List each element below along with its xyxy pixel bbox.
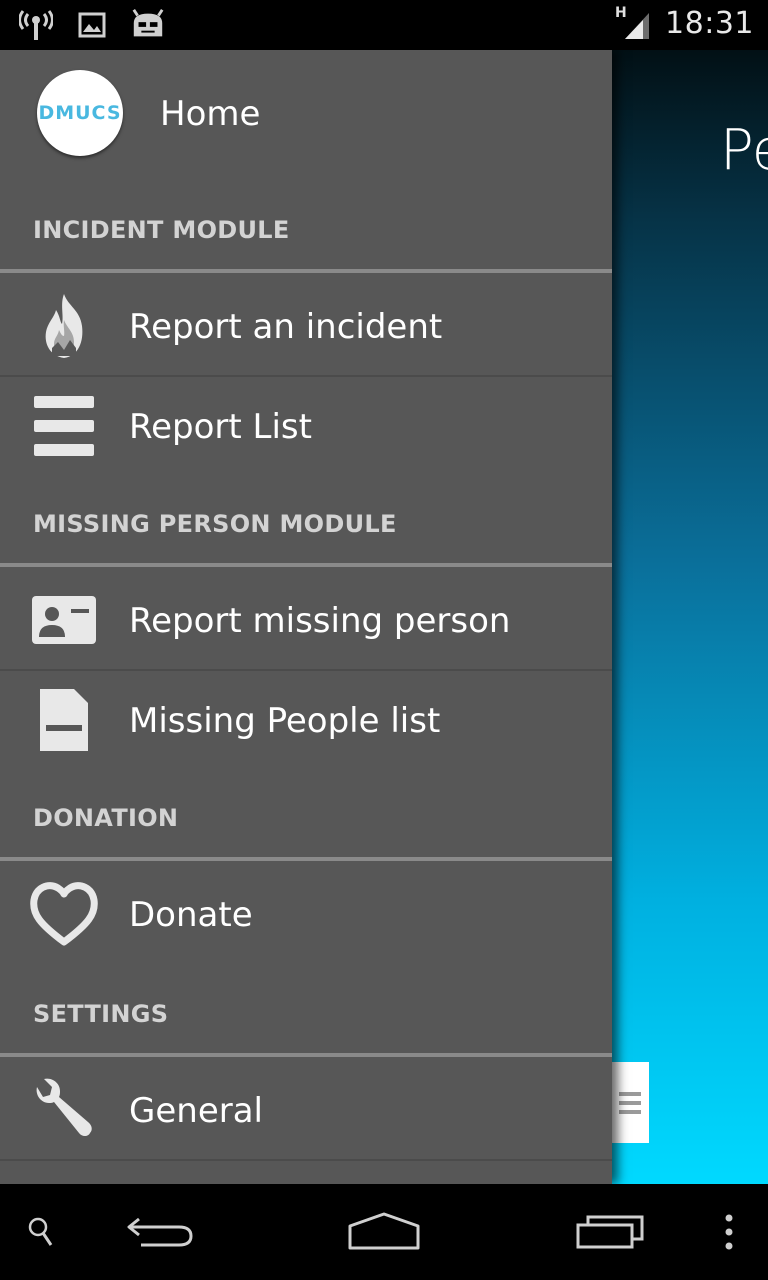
menu-item-label: Report List	[129, 407, 312, 447]
app-logo-text: DMUCS	[38, 102, 122, 124]
home-label: Home	[160, 94, 261, 134]
back-icon[interactable]	[120, 1184, 200, 1280]
document-icon	[28, 685, 100, 755]
app-logo: DMUCS	[37, 70, 123, 156]
menu-item-partial[interactable]	[0, 1161, 612, 1184]
status-bar-system: H 18:31	[615, 5, 754, 42]
status-time: 18:31	[665, 6, 754, 41]
id-card-icon	[28, 585, 100, 655]
section-divider	[0, 269, 612, 273]
list-icon	[28, 391, 100, 461]
menu-item-report-incident[interactable]: Report an incident	[0, 277, 612, 373]
menu-item-report-list[interactable]: Report List	[0, 377, 612, 473]
drawer-handle[interactable]	[612, 1062, 649, 1143]
menu-item-missing-people-list[interactable]: Missing People list	[0, 671, 612, 767]
navigation-bar	[0, 1184, 768, 1280]
section-header-settings: SETTINGS	[33, 1000, 169, 1028]
drawer-home-item[interactable]: DMUCS Home	[0, 50, 612, 180]
home-icon[interactable]	[344, 1184, 424, 1280]
status-bar-notifications	[18, 8, 166, 42]
menu-item-label: Report an incident	[129, 307, 443, 347]
signal-icon: H	[615, 5, 651, 41]
fire-icon	[28, 291, 100, 361]
wireless-tower-icon	[18, 8, 54, 42]
section-divider	[0, 1053, 612, 1057]
section-header-incident: INCIDENT MODULE	[33, 216, 290, 244]
partial-icon	[28, 1175, 100, 1184]
recents-icon[interactable]	[572, 1184, 646, 1280]
main-content: Pe	[612, 50, 768, 1184]
image-icon	[74, 8, 110, 42]
section-header-missing-person: MISSING PERSON MODULE	[33, 510, 397, 538]
android-icon	[130, 8, 166, 42]
navigation-drawer: DMUCS Home INCIDENT MODULE Report an inc…	[0, 50, 612, 1184]
menu-item-label: Missing People list	[129, 701, 441, 741]
heart-icon	[28, 879, 100, 949]
menu-item-donate[interactable]: Donate	[0, 865, 612, 961]
menu-item-report-missing-person[interactable]: Report missing person	[0, 571, 612, 667]
search-icon[interactable]	[18, 1184, 64, 1280]
status-bar: H 18:31	[0, 0, 768, 50]
menu-item-label: Donate	[129, 895, 253, 935]
overflow-menu-icon[interactable]	[712, 1184, 746, 1280]
menu-item-label: Report missing person	[129, 601, 511, 641]
menu-handle-icon	[618, 1091, 641, 1114]
section-divider	[0, 857, 612, 861]
main-title: Pe	[720, 118, 768, 183]
menu-item-general[interactable]: General	[0, 1061, 612, 1157]
wrench-icon	[28, 1075, 100, 1145]
section-divider	[0, 563, 612, 567]
menu-item-label: General	[129, 1091, 263, 1131]
section-header-donation: DONATION	[33, 804, 179, 832]
